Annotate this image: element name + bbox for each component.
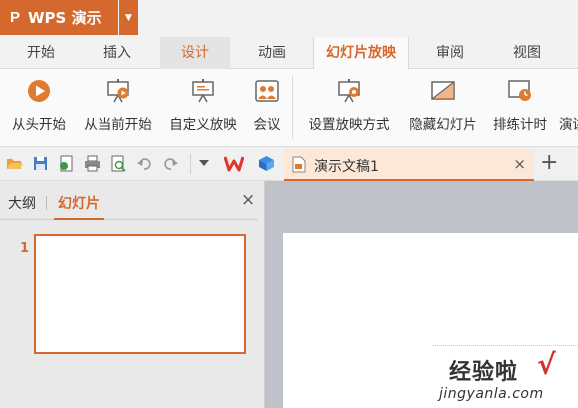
open-folder-icon[interactable]: [6, 155, 23, 172]
tab-design[interactable]: 设计: [160, 37, 230, 69]
watermark: 经验啦 √ jingyanla.com: [433, 345, 578, 408]
tab-home[interactable]: 开始: [8, 37, 74, 69]
presenter-button[interactable]: 演讲: [556, 69, 578, 147]
outline-tab[interactable]: 大纲: [8, 193, 36, 213]
slide-thumbnail[interactable]: [34, 234, 246, 354]
custom-show-button[interactable]: 自定义放映: [163, 69, 243, 147]
watermark-url: jingyanla.com: [439, 386, 544, 402]
rehearse-timing-label: 排练计时: [493, 117, 547, 133]
play-circle-icon: [28, 80, 50, 102]
hide-slide-icon: [431, 81, 455, 100]
qbar-separator: [190, 154, 191, 174]
app-title: WPS 演示: [28, 9, 102, 27]
wps-logo-icon: P: [10, 9, 21, 26]
play-from-start-button[interactable]: 从头开始: [4, 69, 74, 147]
output-pdf-icon[interactable]: [58, 155, 75, 172]
setup-show-button[interactable]: 设置放映方式: [300, 69, 398, 147]
document-title: 演示文稿1: [314, 159, 379, 175]
cube-icon[interactable]: [258, 155, 275, 172]
meeting-label: 会议: [253, 117, 281, 133]
hide-slide-button[interactable]: 隐藏幻灯片: [402, 69, 484, 147]
document-tab[interactable]: 演示文稿1 ×: [284, 149, 534, 181]
ribbon-tabs: 开始 插入 设计 动画 幻灯片放映 审阅 视图: [0, 37, 578, 70]
wps-home-icon[interactable]: [224, 155, 244, 172]
presenter-label: 演讲: [559, 117, 578, 133]
slide-number: 1: [20, 241, 30, 256]
play-from-current-button[interactable]: 从当前开始: [78, 69, 158, 147]
new-tab-button[interactable]: +: [540, 152, 558, 174]
close-panel-icon[interactable]: ×: [241, 190, 255, 210]
meeting-icon: [255, 80, 279, 102]
setup-show-label: 设置放映方式: [308, 117, 390, 133]
tab-slideshow[interactable]: 幻灯片放映: [313, 37, 409, 70]
custom-show-label: 自定义放映: [169, 117, 237, 133]
ribbon-separator: [292, 75, 293, 139]
setup-show-icon: [338, 79, 360, 103]
customize-dropdown-icon[interactable]: [198, 159, 210, 167]
meeting-button[interactable]: 会议: [247, 69, 287, 147]
rehearse-timing-icon: [508, 80, 531, 101]
save-icon[interactable]: [32, 155, 49, 172]
panel-tab-divider: [46, 196, 47, 210]
redo-icon[interactable]: [162, 155, 179, 172]
ribbon-slideshow: 从头开始 从当前开始 自定义放映 会议 设置放映方式 隐藏幻灯片 排练计时 演: [0, 69, 578, 147]
checkmark-icon: √: [537, 348, 556, 381]
play-from-start-label: 从头开始: [12, 117, 66, 133]
slides-tab[interactable]: 幻灯片: [58, 193, 100, 213]
watermark-text: 经验啦: [449, 360, 519, 385]
slides-panel: 大纲 幻灯片 × 1: [0, 181, 265, 408]
tab-insert[interactable]: 插入: [82, 37, 152, 69]
custom-show-icon: [192, 79, 214, 103]
print-preview-icon[interactable]: [110, 155, 127, 172]
hide-slide-label: 隐藏幻灯片: [409, 117, 477, 133]
tab-review[interactable]: 审阅: [416, 37, 484, 69]
app-menu-dropdown-icon[interactable]: ▼: [119, 0, 138, 35]
rehearse-timing-button[interactable]: 排练计时: [486, 69, 554, 147]
tab-animation[interactable]: 动画: [238, 37, 306, 69]
app-menu-button[interactable]: P WPS 演示: [0, 0, 118, 35]
undo-icon[interactable]: [136, 155, 153, 172]
tab-view[interactable]: 视图: [492, 37, 562, 69]
active-tab-indicator: [54, 218, 104, 220]
title-bar: P WPS 演示 ▼: [0, 0, 578, 37]
panel-tab-border: [0, 219, 258, 220]
play-from-current-label: 从当前开始: [84, 117, 152, 133]
print-icon[interactable]: [84, 155, 101, 172]
screen-play-icon: [107, 79, 129, 103]
close-tab-icon[interactable]: ×: [513, 155, 526, 173]
presentation-file-icon: [292, 156, 306, 173]
